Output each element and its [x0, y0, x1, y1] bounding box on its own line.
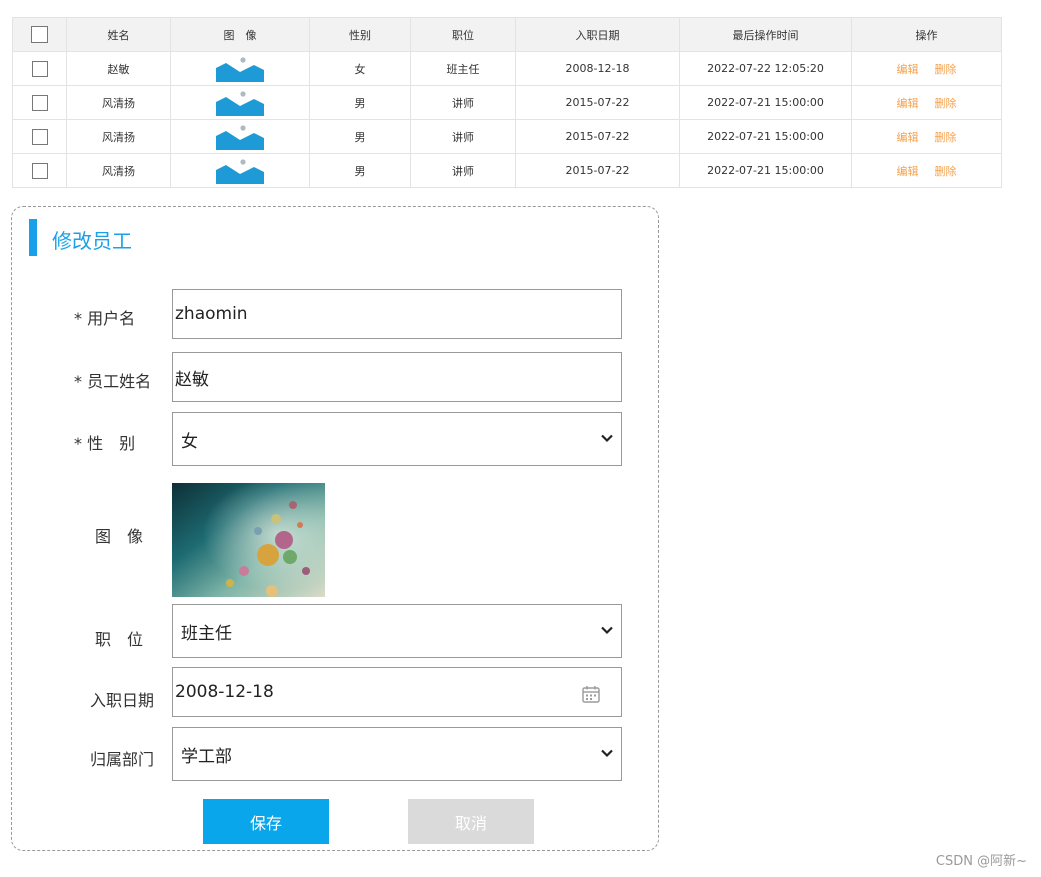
table-row: 风清扬 男 讲师 2015-07-22 2022-07-21 15:00:00 … — [12, 85, 1002, 120]
cell-entry-date: 2015-07-22 — [515, 119, 680, 154]
cell-position: 班主任 — [410, 51, 516, 86]
cell-position: 讲师 — [410, 85, 516, 120]
position-select[interactable]: 班主任 — [172, 604, 622, 658]
employee-name-input[interactable]: 赵敏 — [172, 352, 622, 402]
cancel-button[interactable]: 取消 — [408, 799, 534, 844]
image-label: 图 像 — [95, 527, 144, 546]
avatar-image[interactable] — [172, 483, 325, 597]
cell-name: 风清扬 — [66, 85, 171, 120]
watermark: CSDN @阿新~ — [935, 854, 1027, 869]
row-checkbox[interactable] — [31, 60, 48, 77]
cell-update-time: 2022-07-21 15:00:00 — [679, 85, 852, 120]
employee-table: 姓名 图 像 性别 职位 入职日期 最后操作时间 操作 赵敏 女 班主任 200… — [12, 17, 1002, 188]
cell-entry-date: 2008-12-18 — [515, 51, 680, 86]
department-label: 归属部门 — [90, 750, 155, 769]
delete-link[interactable]: 删除 — [935, 163, 957, 179]
header-select-all[interactable] — [12, 17, 67, 52]
delete-link[interactable]: 删除 — [935, 95, 957, 111]
cell-name: 风清扬 — [66, 119, 171, 154]
edit-employee-panel: 修改员工 * 用户名 zhaomin * 员工姓名 赵敏 * 性 别 女 图 像 — [11, 206, 659, 851]
table-row: 风清扬 男 讲师 2015-07-22 2022-07-21 15:00:00 … — [12, 119, 1002, 154]
table-row: 赵敏 女 班主任 2008-12-18 2022-07-22 12:05:20 … — [12, 51, 1002, 86]
table-row: 风清扬 男 讲师 2015-07-22 2022-07-21 15:00:00 … — [12, 153, 1002, 188]
position-label: 职 位 — [95, 630, 144, 649]
cell-update-time: 2022-07-21 15:00:00 — [679, 153, 852, 188]
header-actions: 操作 — [851, 17, 1002, 52]
edit-link[interactable]: 编辑 — [897, 129, 919, 145]
panel-title: 修改员工 — [52, 229, 132, 253]
row-checkbox[interactable] — [31, 128, 48, 145]
edit-link[interactable]: 编辑 — [897, 163, 919, 179]
delete-link[interactable]: 删除 — [935, 61, 957, 77]
calendar-icon[interactable] — [581, 684, 601, 704]
header-update-time: 最后操作时间 — [679, 17, 852, 52]
edit-link[interactable]: 编辑 — [897, 61, 919, 77]
gender-label: * 性 别 — [74, 434, 136, 453]
cell-gender: 男 — [309, 119, 411, 154]
header-position: 职位 — [410, 17, 516, 52]
chevron-down-icon — [601, 434, 613, 443]
cell-update-time: 2022-07-21 15:00:00 — [679, 119, 852, 154]
employee-name-label: * 员工姓名 — [74, 372, 152, 391]
entry-date-input[interactable]: 2008-12-18 — [172, 667, 622, 717]
image-placeholder-icon — [216, 158, 264, 184]
title-accent-bar — [29, 219, 37, 256]
header-image: 图 像 — [170, 17, 310, 52]
cell-entry-date: 2015-07-22 — [515, 153, 680, 188]
cell-entry-date: 2015-07-22 — [515, 85, 680, 120]
row-checkbox[interactable] — [31, 94, 48, 111]
cell-name: 风清扬 — [66, 153, 171, 188]
header-gender: 性别 — [309, 17, 411, 52]
cell-name: 赵敏 — [66, 51, 171, 86]
gender-select[interactable]: 女 — [172, 412, 622, 466]
cell-position: 讲师 — [410, 119, 516, 154]
department-select[interactable]: 学工部 — [172, 727, 622, 781]
edit-link[interactable]: 编辑 — [897, 95, 919, 111]
header-name: 姓名 — [66, 17, 171, 52]
delete-link[interactable]: 删除 — [935, 129, 957, 145]
cell-position: 讲师 — [410, 153, 516, 188]
image-placeholder-icon — [216, 124, 264, 150]
chevron-down-icon — [601, 749, 613, 758]
image-placeholder-icon — [216, 56, 264, 82]
chevron-down-icon — [601, 626, 613, 635]
cell-gender: 女 — [309, 51, 411, 86]
header-entry-date: 入职日期 — [515, 17, 680, 52]
table-header-row: 姓名 图 像 性别 职位 入职日期 最后操作时间 操作 — [12, 17, 1002, 52]
row-checkbox[interactable] — [31, 162, 48, 179]
cell-gender: 男 — [309, 85, 411, 120]
save-button[interactable]: 保存 — [203, 799, 329, 844]
cell-gender: 男 — [309, 153, 411, 188]
username-input[interactable]: zhaomin — [172, 289, 622, 339]
image-placeholder-icon — [216, 90, 264, 116]
entry-date-label: 入职日期 — [90, 691, 155, 710]
username-label: * 用户名 — [74, 309, 136, 328]
select-all-checkbox[interactable] — [31, 26, 48, 43]
cell-update-time: 2022-07-22 12:05:20 — [679, 51, 852, 86]
